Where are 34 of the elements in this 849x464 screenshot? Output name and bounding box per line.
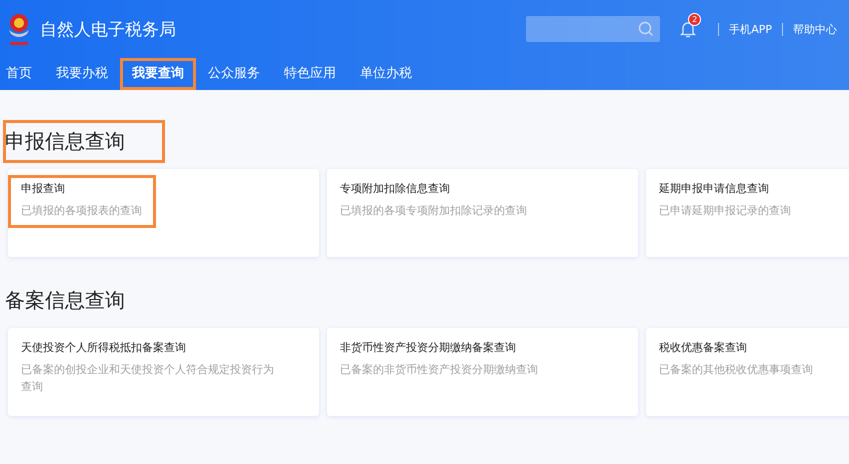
bell-icon[interactable] [680,20,696,38]
nav-tab[interactable]: 单位办税 [348,58,424,90]
nav-tab[interactable]: 特色应用 [272,58,348,90]
card-title: 申报查询 [21,181,66,196]
query-card[interactable]: 专项附加扣除信息查询 已填报的各项专项附加扣除记录的查询 [327,169,638,257]
emblem-logo-icon [6,12,32,46]
search-icon [638,21,654,37]
site-title: 自然人电子税务局 [40,18,176,40]
query-card[interactable]: 税收优惠备案查询 已备案的其他税收优惠事项查询 [646,328,849,416]
header-link[interactable]: 手机APP [729,22,772,36]
card-title: 延期申报申请信息查询 [659,181,770,196]
section-heading: 备案信息查询 [4,287,126,314]
card-title: 天使投资个人所得税抵扣备案查询 [21,340,187,355]
card-title: 专项附加扣除信息查询 [340,181,451,196]
search-field[interactable] [526,16,660,42]
nav-tab[interactable]: 我要查询 [120,58,196,90]
card-title: 税收优惠备案查询 [659,340,748,355]
card-description: 已备案的创投企业和天使投资个人符合规定投资行为查询 [21,362,275,394]
card-description: 已备案的非货币性资产投资分期缴纳查询 [340,362,538,378]
card-description: 已填报的各项报表的查询 [21,203,142,219]
query-card[interactable]: 天使投资个人所得税抵扣备案查询 已备案的创投企业和天使投资个人符合规定投资行为查询 [8,328,319,416]
card-title: 非货币性资产投资分期缴纳备案查询 [340,340,517,355]
notification-badge: 2 [688,13,702,26]
card-description: 已申请延期申报记录的查询 [659,203,791,219]
nav-tab[interactable]: 我要办税 [44,58,120,90]
card-description: 已填报的各项专项附加扣除记录的查询 [340,203,527,219]
query-card[interactable]: 申报查询 已填报的各项报表的查询 [8,169,319,257]
card-description: 已备案的其他税收优惠事项查询 [659,362,813,378]
query-card[interactable]: 延期申报申请信息查询 已申请延期申报记录的查询 [646,169,849,257]
section-heading: 申报信息查询 [3,120,165,163]
header-link[interactable]: 帮助中心 [793,22,837,36]
nav-tab[interactable]: 首页 [4,58,44,90]
nav-tab[interactable]: 公众服务 [196,58,272,90]
query-card[interactable]: 非货币性资产投资分期缴纳备案查询 已备案的非货币性资产投资分期缴纳查询 [327,328,638,416]
